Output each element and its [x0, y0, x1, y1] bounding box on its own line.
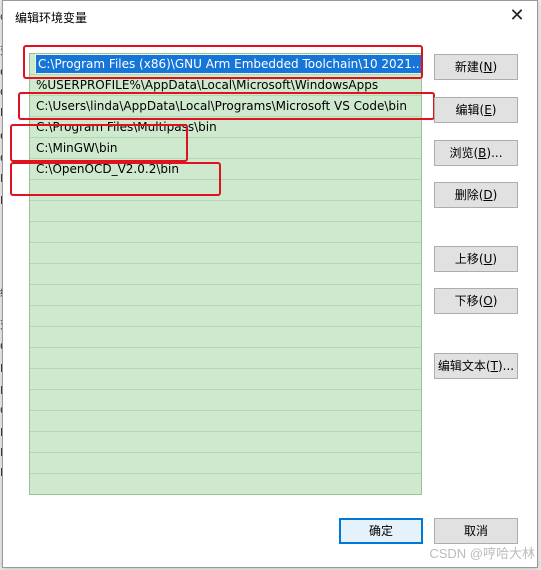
list-item-empty[interactable]	[30, 348, 421, 369]
list-item[interactable]: C:\MinGW\bin	[30, 138, 421, 159]
list-item-empty[interactable]	[30, 180, 421, 201]
close-icon[interactable]: ✕	[503, 4, 531, 28]
list-item[interactable]: %USERPROFILE%\AppData\Local\Microsoft\Wi…	[30, 75, 421, 96]
list-item-empty[interactable]	[30, 243, 421, 264]
list-item-text: C:\Users\linda\AppData\Local\Programs\Mi…	[36, 99, 407, 113]
edit-text-button[interactable]: 编辑文本(T)...	[434, 353, 518, 379]
list-item-text: C:\Program Files (x86)\GNU Arm Embedded …	[34, 54, 421, 74]
button-label: 下移(	[454, 294, 484, 308]
button-label-suffix: )...	[497, 359, 515, 373]
list-item-empty[interactable]	[30, 453, 421, 474]
list-item[interactable]: C:\Program Files (x86)\GNU Arm Embedded …	[30, 54, 421, 75]
list-item[interactable]: C:\Program Files\Multipass\bin	[30, 117, 421, 138]
access-key: O	[483, 294, 493, 308]
button-label-suffix: )	[491, 103, 497, 117]
access-key: E	[484, 103, 492, 117]
path-entry-list[interactable]: C:\Program Files (x86)\GNU Arm Embedded …	[29, 53, 422, 495]
list-item-empty[interactable]	[30, 411, 421, 432]
title-bar: 编辑环境变量 ✕	[3, 1, 537, 31]
list-item-empty[interactable]	[30, 264, 421, 285]
button-label-suffix: )	[492, 294, 498, 308]
list-item-empty[interactable]	[30, 285, 421, 306]
delete-button[interactable]: 删除(D)	[434, 182, 518, 208]
move-down-button[interactable]: 下移(O)	[434, 288, 518, 314]
list-item-text: C:\Program Files\Multipass\bin	[36, 120, 217, 134]
access-key: D	[483, 188, 493, 202]
button-label-suffix: )...	[486, 146, 503, 160]
list-item-text: %USERPROFILE%\AppData\Local\Microsoft\Wi…	[36, 78, 379, 92]
list-item-empty[interactable]	[30, 390, 421, 411]
dialog-title: 编辑环境变量	[15, 11, 88, 25]
button-label-suffix: )	[492, 60, 498, 74]
access-key: T	[490, 359, 498, 373]
edit-environment-variable-dialog: 编辑环境变量 ✕ C:\Program Files (x86)\GNU Arm …	[2, 0, 538, 568]
button-label-suffix: )	[492, 188, 498, 202]
button-label: 浏览(	[449, 146, 479, 160]
button-label-suffix: )	[492, 252, 498, 266]
list-item[interactable]: C:\OpenOCD_V2.0.2\bin	[30, 159, 421, 180]
list-item-text: C:\OpenOCD_V2.0.2\bin	[36, 162, 179, 176]
button-label: 编辑(	[455, 103, 485, 117]
list-item-text: C:\MinGW\bin	[36, 141, 118, 155]
list-item-empty[interactable]	[30, 369, 421, 390]
list-item-empty[interactable]	[30, 432, 421, 453]
list-item-empty[interactable]	[30, 201, 421, 222]
list-item-empty[interactable]	[30, 306, 421, 327]
button-label: 上移(	[454, 252, 484, 266]
list-item[interactable]: C:\Users\linda\AppData\Local\Programs\Mi…	[30, 96, 421, 117]
cancel-button[interactable]: 取消	[434, 518, 518, 544]
new-button[interactable]: 新建(N)	[434, 54, 518, 80]
button-label: 删除(	[454, 188, 484, 202]
button-label: 编辑文本(	[437, 359, 491, 373]
list-item-empty[interactable]	[30, 222, 421, 243]
button-label: 新建(	[454, 60, 484, 74]
edit-button[interactable]: 编辑(E)	[434, 97, 518, 123]
ok-button[interactable]: 确定	[339, 518, 423, 544]
watermark: CSDN @哼哈大林	[429, 546, 535, 561]
browse-button[interactable]: 浏览(B)...	[434, 140, 518, 166]
move-up-button[interactable]: 上移(U)	[434, 246, 518, 272]
list-item-empty[interactable]	[30, 327, 421, 348]
